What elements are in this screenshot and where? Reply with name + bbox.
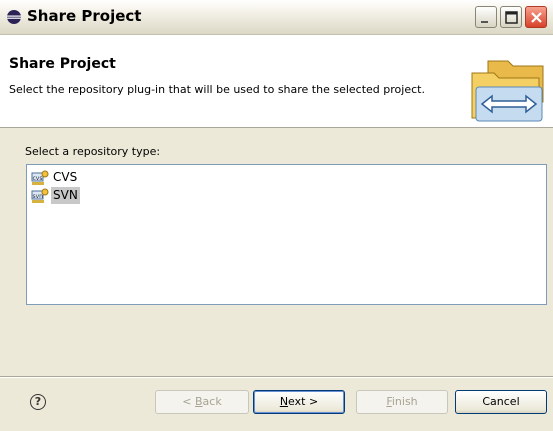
- next-button-mnemonic: N: [279, 395, 289, 408]
- list-item-svn[interactable]: svn SVN: [31, 187, 80, 204]
- page-description: Select the repository plug-in that will …: [9, 83, 425, 96]
- svg-text:svn: svn: [33, 193, 44, 200]
- back-button-label: ack: [202, 395, 222, 408]
- cancel-button-label: Cancel: [482, 395, 520, 408]
- repository-type-list[interactable]: cvs CVS svn SVN: [26, 164, 547, 305]
- cancel-button[interactable]: Cancel: [455, 390, 547, 414]
- close-icon: [531, 12, 542, 23]
- close-button[interactable]: [525, 6, 547, 28]
- repository-type-label: Select a repository type:: [25, 145, 161, 158]
- cvs-repository-icon: cvs: [31, 170, 49, 185]
- share-folders-icon: [471, 60, 544, 122]
- title-bar[interactable]: Share Project: [0, 0, 553, 35]
- list-item-label: SVN: [51, 187, 80, 204]
- minimize-icon: [481, 21, 488, 23]
- svn-repository-icon: svn: [31, 188, 49, 203]
- next-button-label: ext >: [288, 395, 319, 408]
- wizard-header: Share Project Select the repository plug…: [0, 35, 553, 128]
- share-project-dialog: Share Project Share Project Select the r…: [0, 0, 553, 431]
- eclipse-icon: [7, 10, 21, 24]
- help-button[interactable]: ?: [30, 394, 46, 410]
- help-icon: ?: [34, 395, 42, 408]
- next-button[interactable]: Next >: [253, 390, 345, 414]
- svg-text:cvs: cvs: [33, 175, 43, 182]
- back-button[interactable]: < Back: [155, 390, 249, 414]
- button-bar-separator: [0, 376, 553, 378]
- maximize-icon: [505, 11, 518, 24]
- maximize-button[interactable]: [500, 6, 522, 28]
- page-title: Share Project: [9, 56, 116, 72]
- window-title: Share Project: [27, 7, 142, 25]
- back-button-prefix: <: [182, 395, 195, 408]
- back-button-mnemonic: B: [195, 395, 203, 408]
- list-item-cvs[interactable]: cvs CVS: [31, 169, 79, 186]
- minimize-button[interactable]: [475, 6, 497, 28]
- finish-button-label: inish: [391, 395, 418, 408]
- list-item-label: CVS: [53, 170, 78, 184]
- finish-button[interactable]: Finish: [356, 390, 448, 414]
